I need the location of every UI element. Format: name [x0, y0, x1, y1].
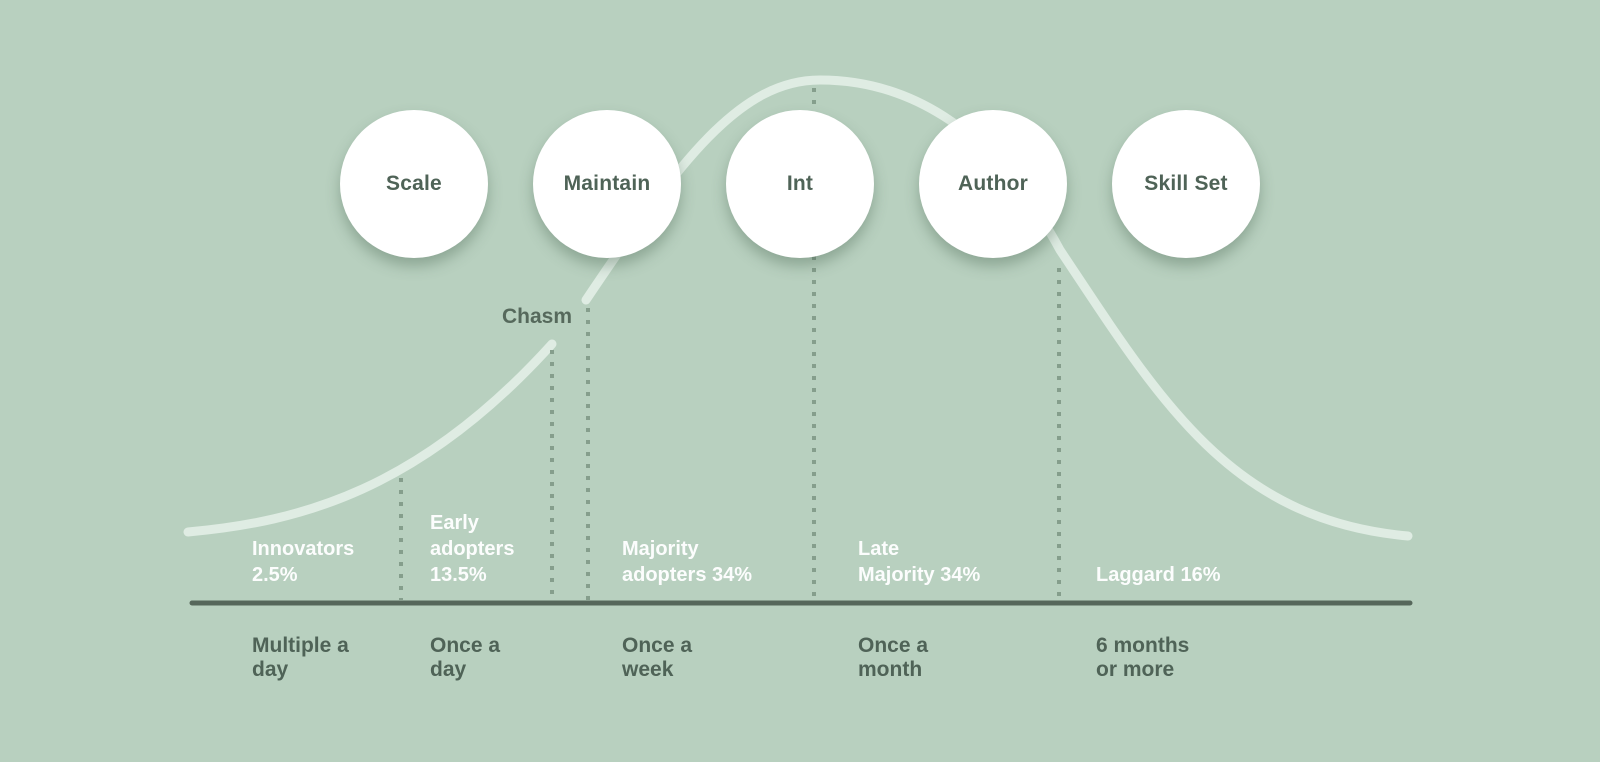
frequency-line: day [252, 658, 289, 681]
frequency-line: month [858, 658, 923, 681]
segment-name: Early [430, 512, 479, 534]
segment-name: adopters [430, 538, 515, 560]
frequency-line: 6 months [1096, 634, 1190, 657]
bubble-label: Scale [386, 172, 442, 195]
bubble-label: Author [957, 172, 1028, 195]
segment-label-laggard: Laggard 16% [1096, 562, 1220, 588]
bubble-author: Author [919, 110, 1067, 258]
segment-label-early-adopters: Early adopters 13.5% [430, 510, 514, 588]
segment-label-majority-adopters: Majority adopters 34% [622, 536, 752, 588]
segment-share: adopters 34% [622, 564, 753, 586]
segment-name: Innovators [252, 538, 355, 560]
frequency-line: or more [1096, 658, 1175, 681]
segment-share: 13.5% [430, 564, 487, 586]
bubble-label: Int [786, 172, 814, 195]
frequency-line: day [430, 658, 467, 681]
frequency-majority-adopters: Once a week [622, 634, 692, 682]
frequency-line: Once a [430, 634, 501, 657]
bubble-scale: Scale [340, 110, 488, 258]
bubble-label: Maintain [563, 172, 651, 195]
frequency-innovators: Multiple a day [252, 634, 349, 682]
bubble-label: Skill Set [1144, 172, 1228, 195]
bubble-skill-set: Skill Set [1112, 110, 1260, 258]
frequency-line: Once a [858, 634, 929, 657]
frequency-line: Once a [622, 634, 693, 657]
segment-label-late-majority: Late Majority 34% [858, 536, 980, 588]
chasm-label: Chasm [502, 305, 573, 328]
segment-name: Laggard 16% [1096, 564, 1221, 586]
segment-share: 2.5% [252, 564, 298, 586]
bubble-maintain: Maintain [533, 110, 681, 258]
segment-label-innovators: Innovators 2.5% [252, 536, 354, 588]
frequency-line: week [622, 658, 674, 681]
frequency-laggard: 6 months or more [1096, 634, 1189, 682]
adoption-curve-left [183, 339, 557, 537]
segment-name: Late [858, 538, 900, 560]
frequency-early-adopters: Once a day [430, 634, 500, 682]
bubble-int: Int [726, 110, 874, 258]
segment-share: Majority 34% [858, 564, 981, 586]
frequency-late-majority: Once a month [858, 634, 928, 682]
frequency-line: Multiple a [252, 634, 349, 657]
segment-name: Majority [622, 538, 699, 560]
